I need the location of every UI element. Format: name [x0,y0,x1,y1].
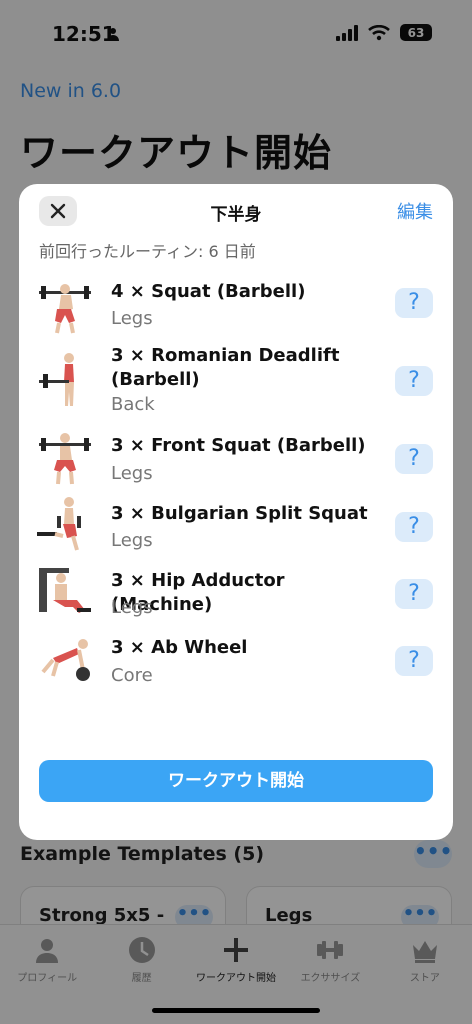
tab-label: エクササイズ [300,973,361,984]
help-button[interactable]: ? [395,288,433,318]
tab-label: 履歴 [131,973,152,984]
tab-label: ストア [409,973,440,984]
tab-profile[interactable]: プロフィール [0,925,94,1024]
start-workout-button[interactable]: ワークアウト開始 [39,760,433,802]
edit-button[interactable]: 編集 [397,198,433,224]
exercise-category: Legs [111,530,153,551]
exercise-category: Legs [111,597,153,618]
help-button[interactable]: ? [395,366,433,396]
squat-illustration-icon [39,284,91,334]
help-button[interactable]: ? [395,444,433,474]
tab-label: プロフィール [17,973,78,984]
exercise-category: Legs [111,308,153,329]
home-indicator [152,1008,320,1013]
modal-title: 下半身 [210,205,262,225]
help-button[interactable]: ? [395,512,433,542]
exercise-name: 4 × Squat (Barbell) [111,281,306,302]
exercise-category: Core [111,665,153,686]
exercise-name: 3 × Romanian Deadlift (Barbell) [111,345,340,390]
crown-icon [412,941,437,963]
plus-icon [224,938,249,962]
exercise-category: Back [111,394,155,415]
routine-modal: 下半身 編集 前回行ったルーティン: 6 日前 4 × Squat (Barbe… [19,184,453,840]
romanian-deadlift-illustration-icon [39,353,74,406]
help-button[interactable]: ? [395,579,433,609]
person-icon [36,939,59,963]
help-button[interactable]: ? [395,646,433,676]
tab-store[interactable]: ストア [378,925,472,1024]
tab-label: ワークアウト開始 [196,973,277,984]
dumbbell-icon [317,941,344,959]
exercise-name: 3 × Ab Wheel [111,637,248,658]
ab-wheel-illustration-icon [41,639,90,681]
exercise-name: 3 × Front Squat (Barbell) [111,435,366,456]
hip-adductor-illustration-icon [39,568,91,613]
front-squat-illustration-icon [39,433,91,485]
clock-icon [128,937,155,963]
bulgarian-split-squat-illustration-icon [37,497,81,551]
last-performed-text: 前回行ったルーティン: 6 日前 [39,242,256,261]
exercise-name: 3 × Bulgarian Split Squat [111,503,368,524]
exercise-category: Legs [111,463,153,484]
